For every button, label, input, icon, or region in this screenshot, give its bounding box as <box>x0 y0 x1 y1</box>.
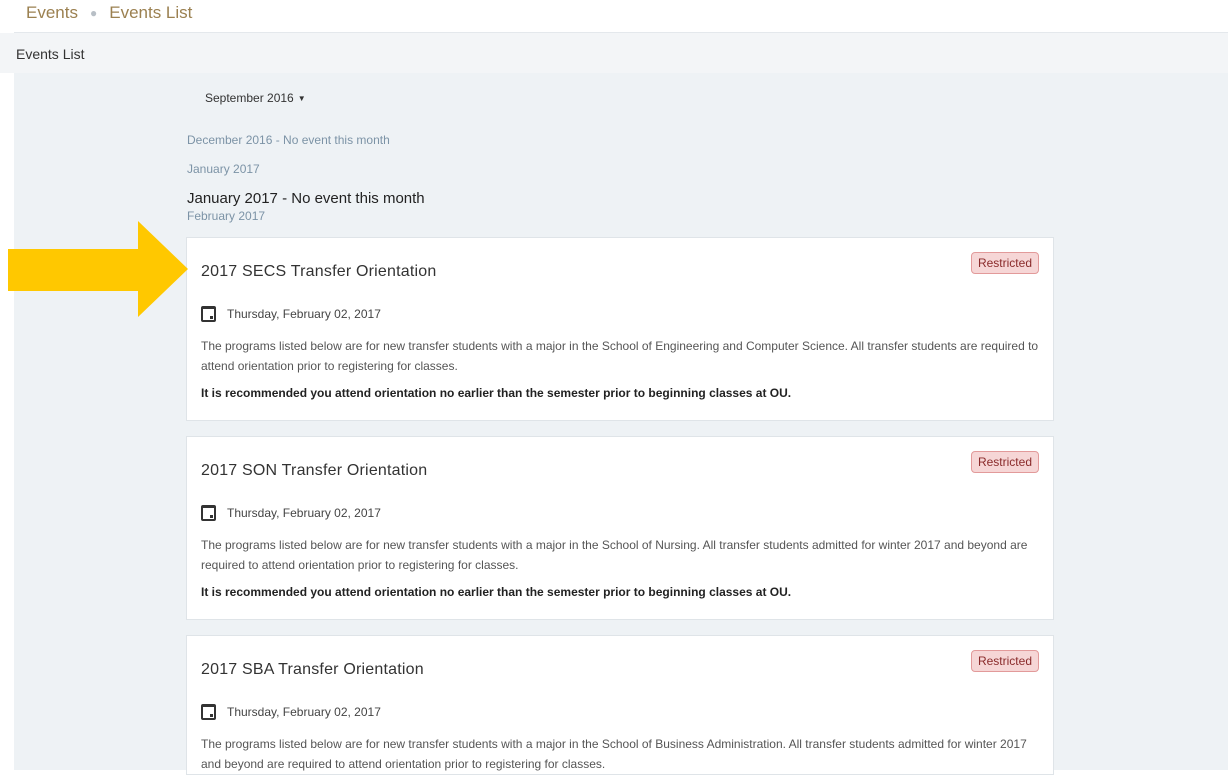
event-description: The programs listed below are for new tr… <box>201 538 1028 572</box>
status-badge: Restricted <box>970 451 1039 473</box>
breadcrumb: Events ● Events List <box>26 4 192 22</box>
month-heading: February 2017 <box>187 209 266 223</box>
page-title: Events List <box>16 46 85 62</box>
status-badge: Restricted <box>970 650 1039 672</box>
event-title[interactable]: 2017 SECS Transfer Orientation <box>201 263 436 281</box>
event-description: The programs listed below are for new tr… <box>201 737 1027 771</box>
event-card[interactable]: 2017 SECS Transfer Orientation Restricte… <box>186 237 1054 421</box>
calendar-icon <box>201 505 216 521</box>
status-badge: Restricted <box>970 252 1039 274</box>
event-date: Thursday, February 02, 2017 <box>201 306 381 322</box>
month-heading: December 2016 - No event this month <box>187 133 390 147</box>
month-heading: January 2017 <box>187 162 260 176</box>
event-title[interactable]: 2017 SBA Transfer Orientation <box>201 661 424 679</box>
breadcrumb-separator: ● <box>89 6 98 20</box>
event-description: The programs listed below are for new tr… <box>201 339 1039 373</box>
event-date-text: Thursday, February 02, 2017 <box>227 307 381 321</box>
event-note: It is recommended you attend orientation… <box>201 585 792 599</box>
calendar-icon <box>201 306 216 322</box>
breadcrumb-link-events[interactable]: Events <box>26 4 78 22</box>
month-dropdown-value: September 2016 <box>205 91 294 105</box>
caret-down-icon: ▼ <box>297 94 306 103</box>
breadcrumb-link-events-list[interactable]: Events List <box>109 4 192 22</box>
event-title[interactable]: 2017 SON Transfer Orientation <box>201 462 427 480</box>
month-dropdown[interactable]: September 2016 ▼ <box>205 91 306 105</box>
breadcrumb-bar: Events ● Events List <box>14 0 1228 33</box>
arrow-right-icon <box>8 221 188 317</box>
event-card[interactable]: 2017 SBA Transfer Orientation Restricted… <box>186 635 1054 775</box>
page-header: Events List <box>0 33 1228 73</box>
event-card[interactable]: 2017 SON Transfer Orientation Restricted… <box>186 436 1054 620</box>
event-date-text: Thursday, February 02, 2017 <box>227 705 381 719</box>
event-date-text: Thursday, February 02, 2017 <box>227 506 381 520</box>
event-date: Thursday, February 02, 2017 <box>201 505 381 521</box>
calendar-icon <box>201 704 216 720</box>
month-heading: January 2017 - No event this month <box>187 190 425 207</box>
event-note: It is recommended you attend orientation… <box>201 386 792 400</box>
event-date: Thursday, February 02, 2017 <box>201 704 381 720</box>
